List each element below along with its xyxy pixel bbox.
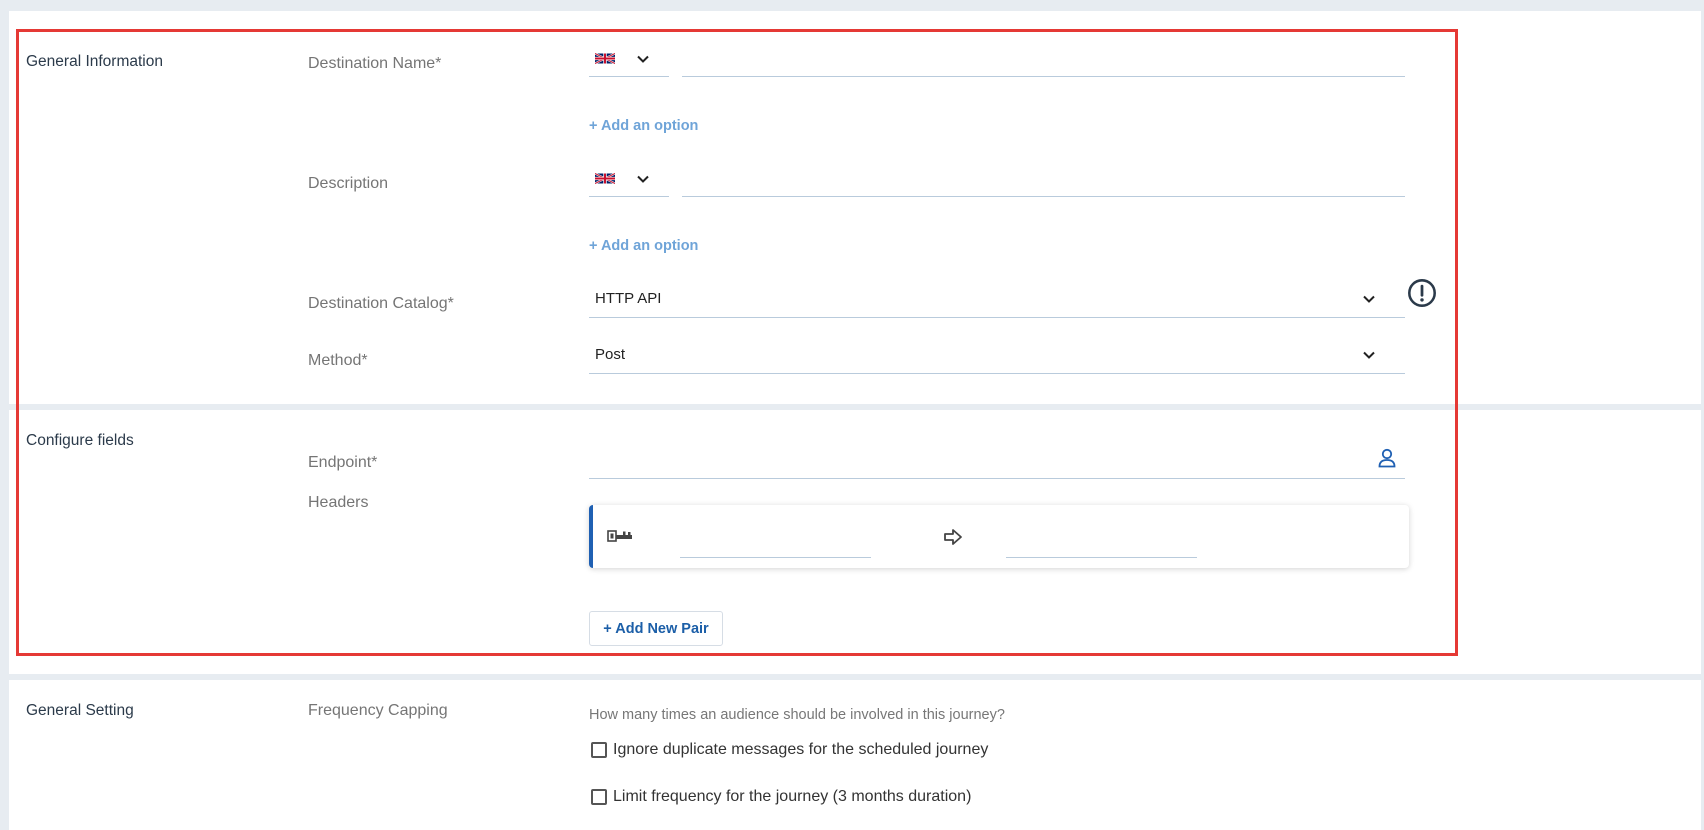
limit-frequency-label: Limit frequency for the journey (3 month… [613, 788, 972, 805]
endpoint-label: Endpoint* [308, 454, 378, 471]
uk-flag-icon [595, 172, 615, 185]
frequency-capping-question: How many times an audience should be inv… [589, 707, 1005, 723]
destination-catalog-label: Destination Catalog* [308, 295, 454, 312]
section-title: General Information [26, 53, 163, 70]
description-language-select[interactable] [589, 162, 669, 197]
chevron-down-icon [637, 175, 649, 183]
section-title: Configure fields [26, 432, 134, 449]
frequency-capping-label: Frequency Capping [308, 702, 448, 719]
description-input[interactable] [682, 162, 1405, 197]
general-information-section: General Information Destination Name* + … [9, 11, 1701, 404]
ignore-duplicates-checkbox[interactable] [591, 742, 607, 758]
exclamation-circle-icon[interactable] [1407, 278, 1437, 308]
header-pair [589, 505, 1409, 568]
destination-name-add-option-link[interactable]: + Add an option [589, 118, 698, 134]
ignore-duplicates-label: Ignore duplicate messages for the schedu… [613, 741, 989, 758]
method-select[interactable]: Post [589, 336, 1405, 374]
destination-catalog-select[interactable]: HTTP API [589, 280, 1405, 318]
chevron-down-icon [1363, 351, 1375, 359]
destination-name-language-select[interactable] [589, 42, 669, 77]
configure-fields-section: Configure fields Endpoint* Headers + Add… [9, 410, 1701, 674]
destination-catalog-value: HTTP API [595, 290, 662, 307]
header-value-input[interactable] [1006, 557, 1197, 558]
arrow-right-icon [944, 529, 962, 545]
uk-flag-icon [595, 52, 615, 65]
description-add-option-link[interactable]: + Add an option [589, 238, 698, 254]
chevron-down-icon [637, 55, 649, 63]
method-value: Post [595, 346, 626, 363]
section-title: General Setting [26, 702, 134, 719]
description-label: Description [308, 175, 389, 192]
endpoint-input[interactable] [589, 438, 1405, 479]
headers-label: Headers [308, 494, 369, 511]
limit-frequency-checkbox[interactable] [591, 789, 607, 805]
key-icon [607, 530, 632, 542]
ignore-duplicates-option[interactable]: Ignore duplicate messages for the schedu… [591, 741, 988, 759]
header-key-input[interactable] [680, 557, 871, 558]
general-setting-section: General Setting Frequency Capping How ma… [9, 680, 1701, 830]
add-new-pair-button[interactable]: + Add New Pair [589, 611, 723, 646]
chevron-down-icon [1363, 295, 1375, 303]
destination-name-input[interactable] [682, 42, 1405, 77]
person-icon[interactable] [1378, 448, 1396, 468]
destination-name-label: Destination Name* [308, 55, 442, 72]
limit-frequency-option[interactable]: Limit frequency for the journey (3 month… [591, 788, 971, 806]
method-label: Method* [308, 352, 368, 369]
